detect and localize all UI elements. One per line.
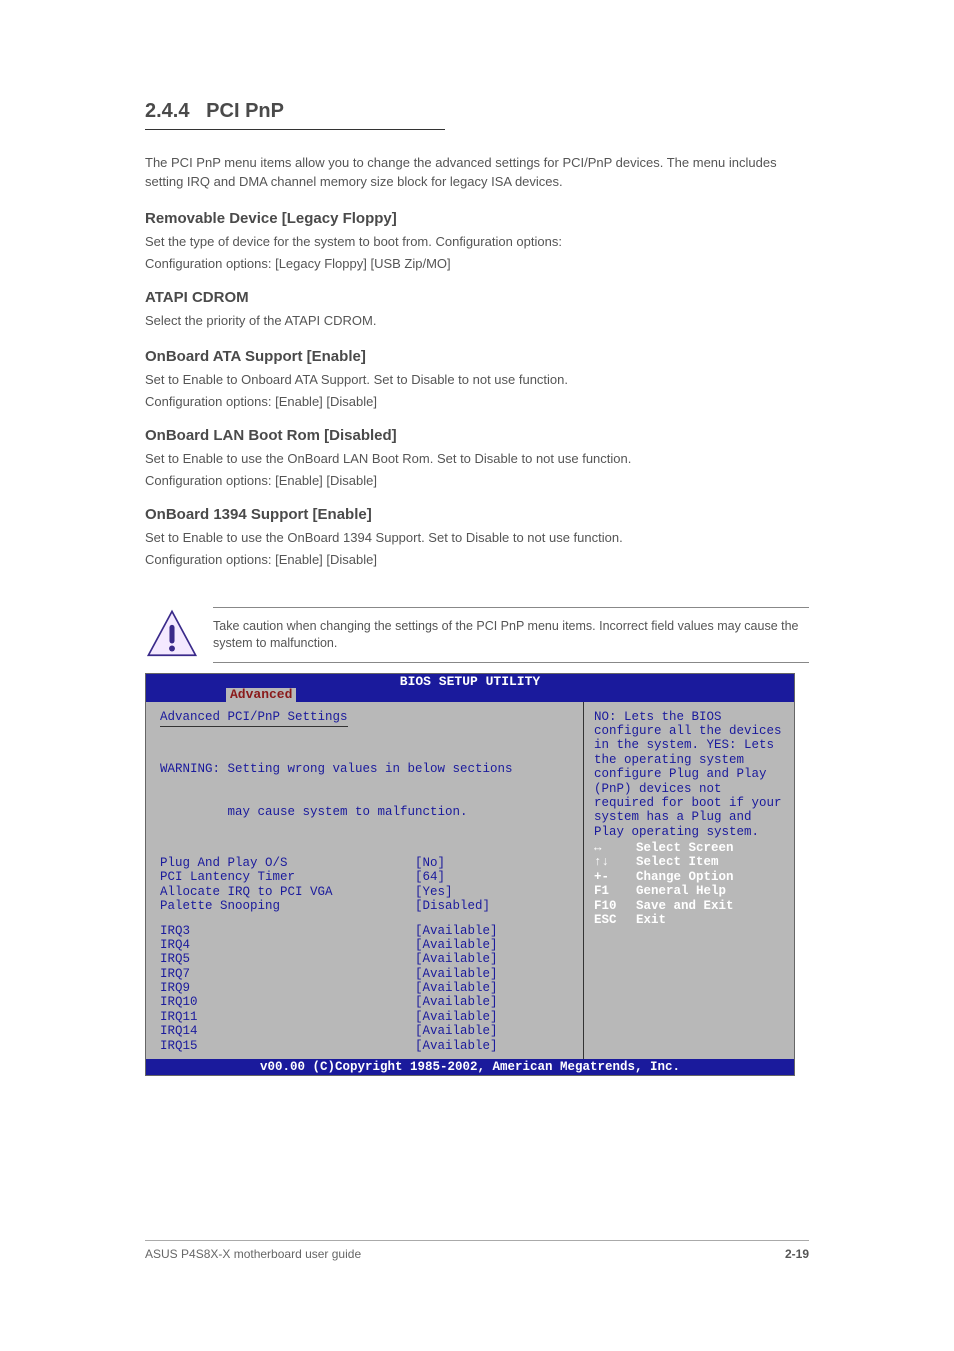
bios-help-text: NO: Lets the BIOS configure all the devi… [594, 710, 784, 839]
caution-icon [145, 608, 199, 662]
footer-left: ASUS P4S8X-X motherboard user guide [145, 1247, 361, 1261]
bios-setting-row[interactable]: Plug And Play O/S[No] [160, 856, 569, 870]
setting-heading: ATAPI CDROM [145, 289, 809, 306]
caution-block: Take caution when changing the settings … [145, 607, 809, 663]
bios-warning-line1: WARNING: Setting wrong values in below s… [160, 762, 569, 776]
intro-paragraph: The PCI PnP menu items allow you to chan… [145, 154, 809, 192]
caution-text: Take caution when changing the settings … [213, 608, 809, 662]
section-title: 2.4.4 PCI PnP [145, 100, 445, 130]
setting-desc: Set to Enable to use the OnBoard LAN Boo… [145, 450, 809, 469]
setting-options: Configuration options: [Enable] [Disable… [145, 552, 809, 567]
setting-heading: OnBoard LAN Boot Rom [Disabled] [145, 427, 809, 444]
bios-setting-row[interactable]: Allocate IRQ to PCI VGA[Yes] [160, 885, 569, 899]
setting-options: Configuration options: [Enable] [Disable… [145, 394, 809, 409]
bios-irq-row[interactable]: IRQ4[Available] [160, 938, 569, 952]
bios-irq-row[interactable]: IRQ14[Available] [160, 1024, 569, 1038]
bios-irq-row[interactable]: IRQ3[Available] [160, 924, 569, 938]
section-number-text: 2.4.4 [145, 100, 189, 122]
setting-heading: Removable Device [Legacy Floppy] [145, 210, 809, 227]
setting-heading: OnBoard 1394 Support [Enable] [145, 506, 809, 523]
bios-warning-line2: may cause system to malfunction. [160, 805, 569, 819]
bios-left-panel: Advanced PCI/PnP Settings WARNING: Setti… [146, 702, 584, 1059]
bios-tab-advanced[interactable]: Advanced [226, 688, 296, 703]
bios-screenshot: BIOS SETUP UTILITY Advanced Advanced PCI… [145, 673, 795, 1077]
bios-irq-row[interactable]: IRQ9[Available] [160, 981, 569, 995]
bios-setting-row[interactable]: PCI Lantency Timer[64] [160, 870, 569, 884]
bios-panel-header: Advanced PCI/PnP Settings [160, 710, 348, 727]
bios-irq-row[interactable]: IRQ10[Available] [160, 995, 569, 1009]
bios-irq-row[interactable]: IRQ11[Available] [160, 1010, 569, 1024]
bios-irq-group: IRQ3[Available] IRQ4[Available] IRQ5[Ava… [160, 924, 569, 1053]
bios-setting-row[interactable]: Palette Snooping[Disabled] [160, 899, 569, 913]
footer-page-number: 2-19 [785, 1247, 809, 1261]
bios-irq-row[interactable]: IRQ7[Available] [160, 967, 569, 981]
bios-footer: v00.00 (C)Copyright 1985-2002, American … [146, 1059, 794, 1075]
setting-heading: OnBoard ATA Support [Enable] [145, 348, 809, 365]
bios-key-legend: ↔Select Screen ↑↓Select Item +-Change Op… [594, 841, 784, 927]
setting-options: Configuration options: [Enable] [Disable… [145, 473, 809, 488]
section-title-text: PCI PnP [206, 100, 284, 122]
page-footer: ASUS P4S8X-X motherboard user guide 2-19 [145, 1240, 809, 1261]
setting-desc: Set to Enable to use the OnBoard 1394 Su… [145, 529, 809, 548]
bios-right-panel: NO: Lets the BIOS configure all the devi… [584, 702, 794, 1059]
setting-desc: Select the priority of the ATAPI CDROM. [145, 312, 809, 331]
setting-desc: Set the type of device for the system to… [145, 233, 809, 252]
bios-irq-row[interactable]: IRQ15[Available] [160, 1039, 569, 1053]
setting-options: Configuration options: [Legacy Floppy] [… [145, 256, 809, 271]
setting-desc: Set to Enable to Onboard ATA Support. Se… [145, 371, 809, 390]
bios-settings-group: Plug And Play O/S[No] PCI Lantency Timer… [160, 856, 569, 914]
bios-titlebar: BIOS SETUP UTILITY Advanced [146, 674, 794, 702]
bios-irq-row[interactable]: IRQ5[Available] [160, 952, 569, 966]
